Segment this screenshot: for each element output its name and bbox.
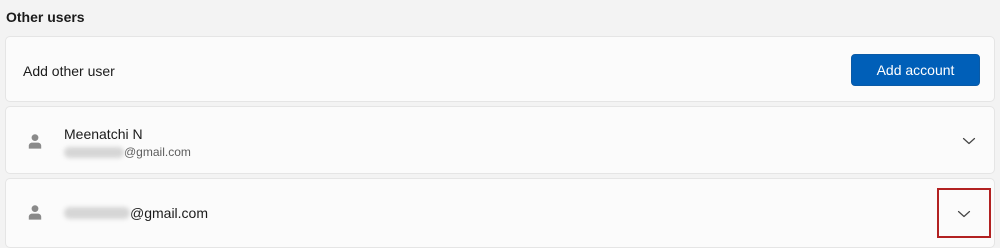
user-email-domain: @gmail.com (130, 205, 209, 221)
add-other-user-label: Add other user (23, 63, 115, 79)
user-email-domain: @gmail.com (124, 145, 191, 159)
redacted-text (64, 207, 130, 219)
person-icon (28, 205, 42, 220)
user-account-row[interactable]: @gmail.com (5, 178, 995, 248)
user-name: Meenatchi N (64, 126, 143, 142)
person-icon (28, 134, 42, 149)
add-account-button[interactable]: Add account (851, 54, 980, 86)
user-account-row[interactable]: Meenatchi N @gmail.com (5, 106, 995, 174)
expand-button-highlighted[interactable] (937, 188, 991, 238)
user-email: @gmail.com (64, 145, 191, 159)
user-email: @gmail.com (64, 205, 208, 221)
chevron-down-icon (957, 210, 971, 218)
chevron-down-icon[interactable] (962, 136, 976, 146)
add-other-user-card: Add other user Add account (5, 36, 995, 102)
section-title: Other users (6, 9, 85, 25)
redacted-text (64, 146, 124, 158)
